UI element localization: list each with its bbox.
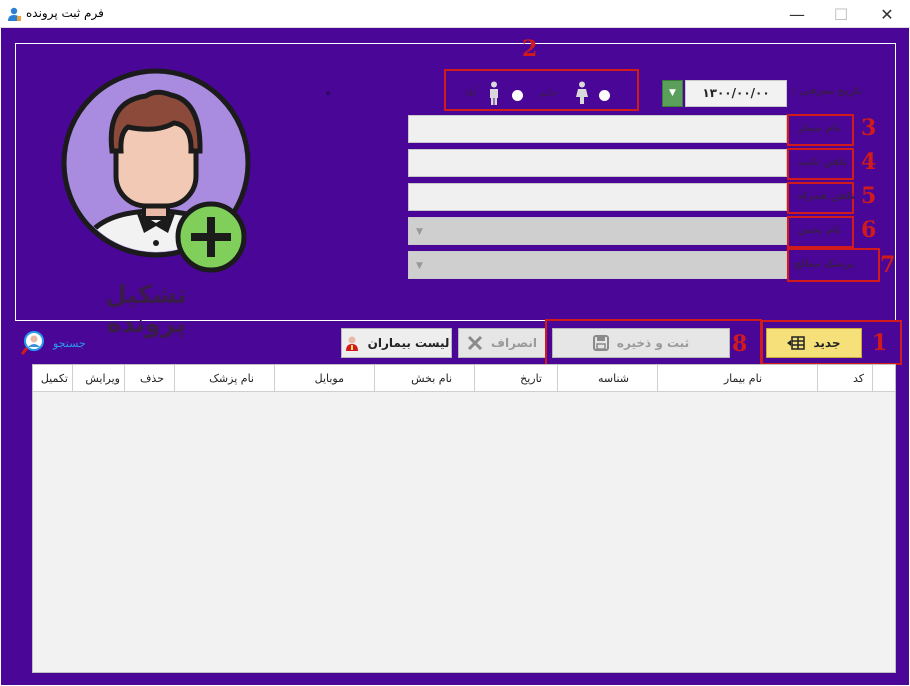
doctor-select[interactable]: ▼ (408, 251, 787, 279)
annotation-number-7: 7 (880, 252, 896, 278)
column-header-mobile[interactable]: موبایل (274, 365, 374, 392)
mobile-field[interactable] (408, 183, 787, 211)
title-bar: فرم ثبت پرونده — ☐ ✕ (0, 0, 910, 28)
search-doctor-icon (21, 331, 44, 355)
patient-name-field[interactable] (408, 115, 787, 143)
search-link[interactable]: جستجو (21, 330, 86, 356)
doctor-label: پزشک معالج (794, 259, 855, 270)
department-select[interactable]: ▼ (408, 217, 787, 245)
cancel-label: انصراف (491, 336, 537, 350)
patients-list-label: لیست بیماران (367, 336, 450, 350)
column-header-id[interactable]: شناسه (557, 365, 657, 392)
chevron-down-icon: ▼ (416, 227, 423, 237)
intro-date-label: تاریخ معرفی : (792, 86, 862, 97)
chevron-down-icon: ▼ (669, 88, 676, 98)
male-radio[interactable] (512, 90, 523, 101)
annotation-number-3: 3 (861, 115, 877, 141)
patients-grid[interactable]: کد نام بیمار شناسه تاریخ نام بخش موبایل … (32, 364, 896, 673)
phone-field[interactable] (408, 149, 787, 177)
avatar-add-icon[interactable] (46, 61, 266, 276)
minimize-button[interactable]: — (774, 0, 820, 28)
column-header-edit[interactable]: ویرایش (72, 365, 124, 392)
doctor-icon (345, 336, 358, 351)
close-icon (467, 335, 483, 351)
annotation-number-4: 4 (861, 149, 877, 175)
close-button[interactable]: ✕ (864, 0, 910, 28)
chevron-down-icon: ▼ (416, 261, 423, 271)
female-label: خانم (539, 88, 558, 99)
window-title: فرم ثبت پرونده (26, 6, 104, 20)
column-header-delete[interactable]: حذف (124, 365, 174, 392)
annotation-number-2: 2 (522, 36, 538, 62)
male-icon (490, 81, 498, 105)
annotation-number-6: 6 (861, 217, 877, 243)
stray-character: ه (326, 88, 331, 98)
annotation-number-5: 5 (861, 183, 877, 209)
user-icon (8, 7, 21, 21)
female-icon (576, 81, 588, 104)
column-header-department[interactable]: نام بخش (374, 365, 474, 392)
annotation-number-8: 8 (732, 331, 748, 357)
annotation-box-8 (545, 319, 762, 366)
search-label: جستجو (53, 336, 86, 350)
column-header-date[interactable]: تاریخ (474, 365, 557, 392)
maximize-button[interactable]: ☐ (818, 0, 864, 28)
mobile-label: تلفن همراه (798, 191, 855, 202)
grid-header: کد نام بیمار شناسه تاریخ نام بخش موبایل … (33, 365, 895, 392)
patients-list-button[interactable]: لیست بیماران (341, 328, 452, 358)
annotation-number-1: 1 (872, 330, 888, 356)
form-panel: تشکیل پرونده ه 2 خانم آقا ▼ ۱۳۰۰/۰۰/۰۰ ت… (15, 36, 896, 338)
column-spacer (872, 365, 895, 392)
avatar-caption: تشکیل پرونده (105, 280, 187, 338)
column-header-complete[interactable]: تکمیل (33, 365, 72, 392)
phone-label: تلفن ثابت (798, 157, 848, 168)
female-radio[interactable] (599, 90, 610, 101)
intro-date-field[interactable]: ۱۳۰۰/۰۰/۰۰ (685, 80, 787, 107)
department-label: نام بخش (798, 225, 842, 236)
date-picker-button[interactable]: ▼ (662, 80, 683, 107)
column-header-code[interactable]: کد (817, 365, 872, 392)
main-area: تشکیل پرونده ه 2 خانم آقا ▼ ۱۳۰۰/۰۰/۰۰ ت… (1, 28, 909, 685)
column-header-patient-name[interactable]: نام بیمار (657, 365, 817, 392)
column-header-doctor[interactable]: نام پزشک (174, 365, 274, 392)
cancel-button[interactable]: انصراف (458, 328, 546, 358)
patient-name-label: نام بیمار (798, 123, 841, 134)
male-label: آقا (466, 88, 477, 99)
